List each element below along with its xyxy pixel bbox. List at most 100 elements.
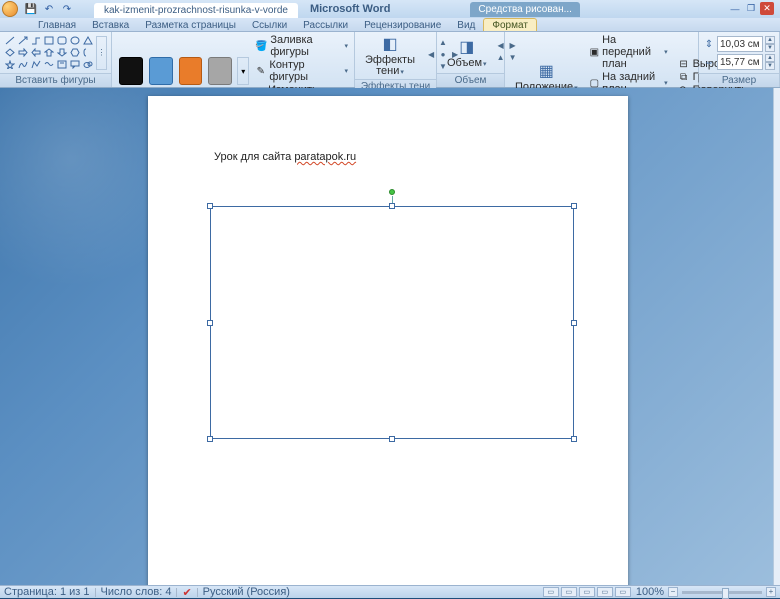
- spin-up-icon[interactable]: ▲: [765, 36, 775, 44]
- resize-handle-l[interactable]: [207, 320, 213, 326]
- document-tab[interactable]: kak-izmenit-prozrachnost-risunka-v-vorde: [94, 3, 298, 18]
- shadow-effects-button[interactable]: ◧ Эффекты тени▾: [359, 34, 421, 77]
- position-icon: ▦: [536, 61, 556, 81]
- redo-icon[interactable]: ↷: [60, 2, 74, 16]
- shape-curve-icon[interactable]: [17, 59, 29, 70]
- status-page[interactable]: Страница: 1 из 1: [4, 586, 90, 598]
- pen-icon: ✎: [255, 65, 266, 77]
- spin-up-icon[interactable]: ▲: [765, 54, 775, 62]
- minimize-button[interactable]: —: [728, 2, 742, 15]
- shape-roundrect-icon[interactable]: [56, 35, 68, 46]
- view-fullscreen-button[interactable]: ▭: [561, 587, 577, 597]
- arrow-left-icon[interactable]: ◀: [425, 50, 437, 62]
- resize-handle-t[interactable]: [389, 203, 395, 209]
- zoom-slider[interactable]: [682, 591, 762, 594]
- statusbar: Страница: 1 из 1 Число слов: 4 ✔ Русский…: [0, 585, 780, 598]
- width-icon: ⇔: [703, 56, 715, 68]
- close-button[interactable]: ✕: [760, 2, 774, 15]
- resize-handle-tl[interactable]: [207, 203, 213, 209]
- shape-triangle-icon[interactable]: [82, 35, 94, 46]
- document-workspace[interactable]: Урок для сайта paratapok.ru: [0, 88, 780, 585]
- shape-brace-icon[interactable]: [82, 47, 94, 58]
- group-arrange: ▦ Положение▾ ▣На передний план▾ ▢На задн…: [505, 32, 699, 87]
- chevron-down-icon: ▾: [345, 67, 349, 75]
- shape-height-input[interactable]: [717, 36, 763, 52]
- office-button[interactable]: [2, 1, 18, 17]
- tab-format[interactable]: Формат: [483, 18, 537, 31]
- shape-freeform-icon[interactable]: [30, 59, 42, 70]
- spin-down-icon[interactable]: ▼: [765, 44, 775, 52]
- shape-downarrow-icon[interactable]: [56, 47, 68, 58]
- shape-rect-icon[interactable]: [43, 35, 55, 46]
- selected-rectangle-shape[interactable]: [210, 206, 574, 439]
- bring-front-icon: ▣: [590, 46, 599, 58]
- shape-scribble-icon[interactable]: [43, 59, 55, 70]
- tab-view[interactable]: Вид: [449, 19, 483, 31]
- bring-to-front-button[interactable]: ▣На передний план▾: [588, 34, 670, 70]
- tab-insert[interactable]: Вставка: [84, 19, 137, 31]
- style-gray[interactable]: [208, 57, 232, 85]
- rotation-handle[interactable]: [389, 189, 395, 195]
- ribbon: ⋮ Вставить фигуры ▾ 🪣Заливка фигуры▾ ✎Ко…: [0, 32, 780, 88]
- shape-connector-icon[interactable]: [30, 35, 42, 46]
- shape-width-input[interactable]: [717, 54, 763, 70]
- shape-leftarrow-icon[interactable]: [30, 47, 42, 58]
- shape-hex-icon[interactable]: [69, 47, 81, 58]
- shape-textbox-icon[interactable]: [56, 59, 68, 70]
- tab-home[interactable]: Главная: [30, 19, 84, 31]
- zoom-level[interactable]: 100%: [636, 586, 664, 598]
- document-page[interactable]: Урок для сайта paratapok.ru: [148, 96, 628, 585]
- maximize-button[interactable]: ❐: [744, 2, 758, 15]
- view-web-button[interactable]: ▭: [579, 587, 595, 597]
- view-print-layout-button[interactable]: ▭: [543, 587, 559, 597]
- shapes-gallery[interactable]: [4, 35, 94, 70]
- status-word-count[interactable]: Число слов: 4: [101, 586, 172, 598]
- group-icon: ⧉: [678, 71, 690, 83]
- spin-down-icon[interactable]: ▼: [765, 62, 775, 70]
- shape-uparrow-icon[interactable]: [43, 47, 55, 58]
- resize-handle-r[interactable]: [571, 320, 577, 326]
- tab-review[interactable]: Рецензирование: [356, 19, 449, 31]
- resize-handle-br[interactable]: [571, 436, 577, 442]
- shape-rightarrow-icon[interactable]: [17, 47, 29, 58]
- tab-references[interactable]: Ссылки: [244, 19, 295, 31]
- document-text-line[interactable]: Урок для сайта paratapok.ru: [214, 148, 356, 165]
- style-blue[interactable]: [149, 57, 173, 85]
- shape-arrow-icon[interactable]: [17, 35, 29, 46]
- shape-diamond-icon[interactable]: [4, 47, 16, 58]
- styles-more-button[interactable]: ▾: [237, 57, 249, 85]
- shape-cloud-icon[interactable]: [82, 59, 94, 70]
- shape-oval-icon[interactable]: [69, 35, 81, 46]
- zoom-out-button[interactable]: −: [668, 587, 678, 597]
- undo-icon[interactable]: ↶: [42, 2, 56, 16]
- shape-line-icon[interactable]: [4, 35, 16, 46]
- tab-mailings[interactable]: Рассылки: [295, 19, 356, 31]
- chevron-down-icon: ▾: [345, 42, 349, 50]
- shape-callout-icon[interactable]: [69, 59, 81, 70]
- group-label: Объем: [437, 73, 504, 87]
- shape-outline-button[interactable]: ✎Контур фигуры▾: [253, 59, 350, 83]
- save-icon[interactable]: 💾: [24, 2, 38, 16]
- vertical-scrollbar[interactable]: [773, 88, 780, 585]
- resize-handle-tr[interactable]: [571, 203, 577, 209]
- style-orange[interactable]: [179, 57, 203, 85]
- zoom-in-button[interactable]: +: [766, 587, 776, 597]
- 3d-effects-button[interactable]: ◨ Объем▾: [441, 37, 493, 69]
- shape-star-icon[interactable]: [4, 59, 16, 70]
- shape-fill-button[interactable]: 🪣Заливка фигуры▾: [253, 34, 350, 58]
- quick-access-toolbar: 💾 ↶ ↷: [24, 2, 74, 16]
- view-outline-button[interactable]: ▭: [597, 587, 613, 597]
- height-icon: ⇕: [703, 38, 715, 50]
- ribbon-tabstrip: Главная Вставка Разметка страницы Ссылки…: [0, 18, 780, 32]
- resize-handle-b[interactable]: [389, 436, 395, 442]
- resize-handle-bl[interactable]: [207, 436, 213, 442]
- view-draft-button[interactable]: ▭: [615, 587, 631, 597]
- tab-layout[interactable]: Разметка страницы: [137, 19, 244, 31]
- spellcheck-icon[interactable]: ✔: [182, 586, 191, 599]
- titlebar: 💾 ↶ ↷ kak-izmenit-prozrachnost-risunka-v…: [0, 0, 780, 18]
- style-black[interactable]: [119, 57, 143, 85]
- status-language[interactable]: Русский (Россия): [203, 586, 290, 598]
- group-shadow-effects: ◧ Эффекты тени▾ ▲ ◀●▶ ▼ Эффекты тени: [355, 32, 437, 87]
- shapes-more-button[interactable]: ⋮: [96, 36, 107, 70]
- context-tab-drawing[interactable]: Средства рисован...: [470, 2, 580, 17]
